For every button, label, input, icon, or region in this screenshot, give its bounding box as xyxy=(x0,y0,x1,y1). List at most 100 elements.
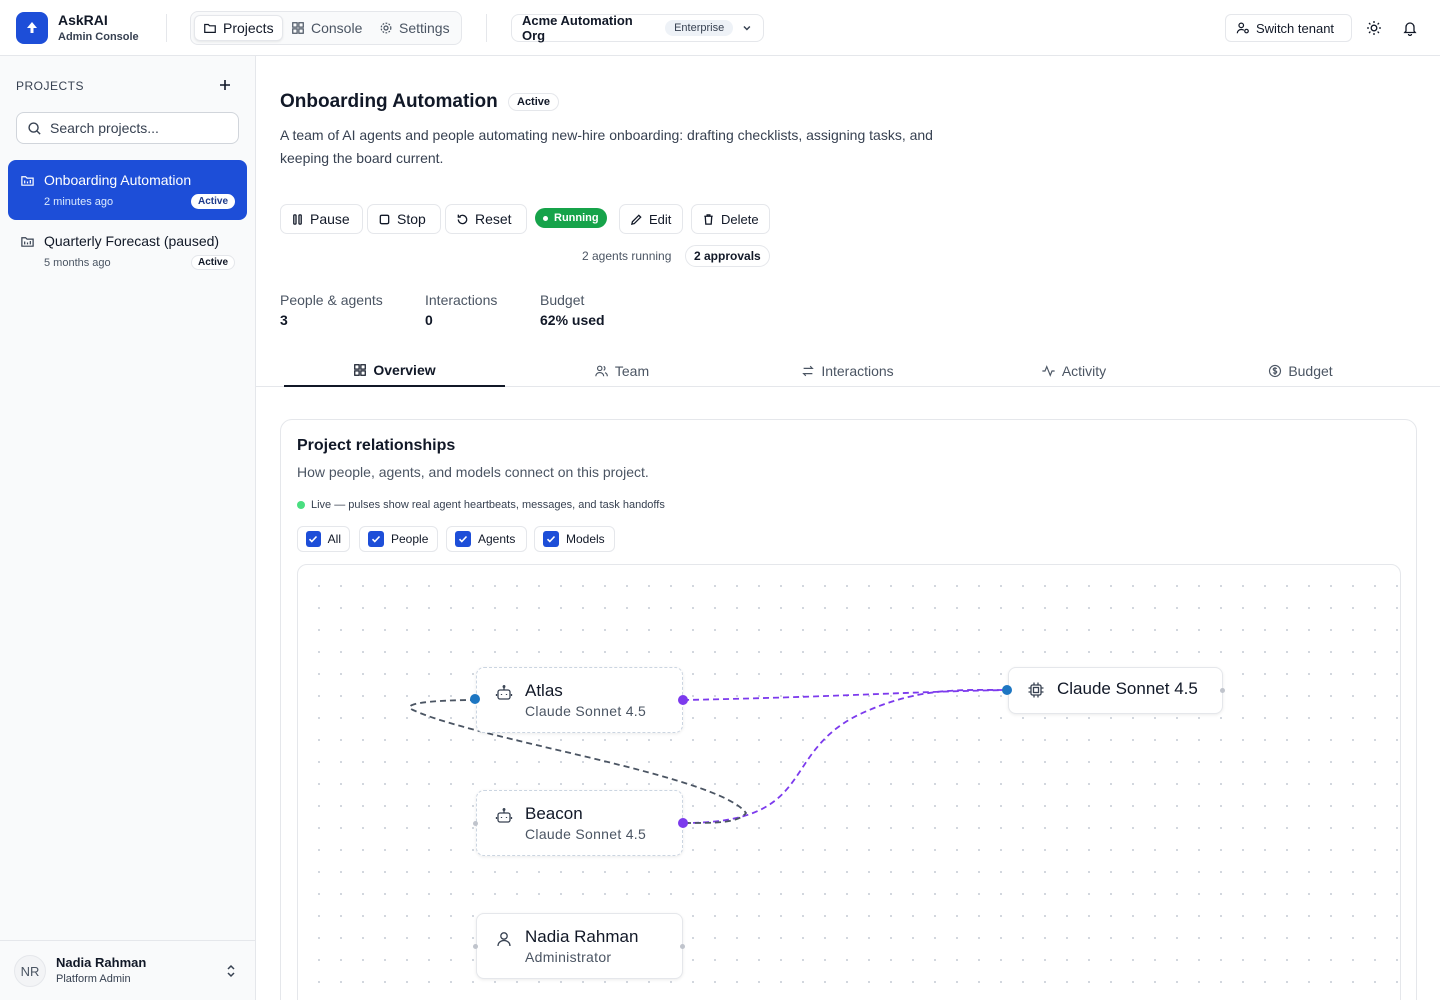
node-handle[interactable] xyxy=(680,944,685,949)
theme-toggle-button[interactable] xyxy=(1362,16,1386,40)
reset-button[interactable]: Reset xyxy=(445,204,527,234)
tab-interactions[interactable]: Interactions xyxy=(737,354,958,387)
node-name: Beacon xyxy=(525,804,583,823)
edit-button[interactable]: Edit xyxy=(619,204,683,234)
graph-canvas[interactable]: Atlas Claude Sonnet 4.5 Beacon Claude So… xyxy=(297,564,1401,1000)
running-label: Running xyxy=(554,212,599,224)
node-handle[interactable] xyxy=(1220,688,1225,693)
pause-icon xyxy=(293,213,302,225)
node-name: Claude Sonnet 4.5 xyxy=(1057,679,1198,698)
node-model-claude[interactable]: Claude Sonnet 4.5 xyxy=(1008,667,1223,714)
main-content: Onboarding Automation Active A team of A… xyxy=(256,56,1440,1000)
node-handle[interactable] xyxy=(678,695,688,705)
running-status-badge: Running xyxy=(535,208,607,228)
top-bar: AskRAI Admin Console Projects Console Se… xyxy=(0,0,1440,56)
check-icon xyxy=(371,535,381,543)
switch-tenant-button[interactable]: Switch tenant xyxy=(1225,14,1352,42)
pause-button[interactable]: Pause xyxy=(280,204,363,234)
user-name: Nadia Rahman xyxy=(56,955,147,970)
nav-projects[interactable]: Projects xyxy=(194,15,283,41)
tab-activity[interactable]: Activity xyxy=(963,354,1184,387)
folder-icon xyxy=(21,176,34,186)
switch-tenant-label: Switch tenant xyxy=(1256,20,1335,36)
page-title: Onboarding Automation xyxy=(280,91,498,112)
tab-overview[interactable]: Overview xyxy=(284,354,505,387)
project-tabs: Overview Team Interactions Activity Budg… xyxy=(256,354,1440,387)
edit-label: Edit xyxy=(649,211,672,227)
running-dot xyxy=(543,215,548,221)
notifications-button[interactable] xyxy=(1398,16,1422,40)
checkbox[interactable] xyxy=(368,531,384,547)
node-nadia[interactable]: Nadia Rahman Administrator xyxy=(476,913,683,979)
project-item-onboarding[interactable]: Onboarding Automation 2 minutes ago Acti… xyxy=(8,160,247,220)
arrows-icon xyxy=(802,365,815,376)
search-input[interactable] xyxy=(50,120,220,136)
node-handle[interactable] xyxy=(473,944,478,949)
user-menu[interactable]: NR Nadia Rahman Platform Admin xyxy=(0,940,255,1000)
app-subtitle: Admin Console xyxy=(58,31,139,43)
delete-button[interactable]: Delete xyxy=(691,204,770,234)
nav-settings[interactable]: Settings xyxy=(371,15,458,41)
project-item-badge: Active xyxy=(190,255,235,270)
divider xyxy=(486,14,487,42)
filter-label: Agents xyxy=(478,532,516,546)
filter-models[interactable]: Models xyxy=(534,526,615,552)
project-item-time: 2 minutes ago xyxy=(44,196,114,208)
filter-label: All xyxy=(327,532,341,546)
check-icon xyxy=(546,535,556,543)
node-subtitle: Administrator xyxy=(525,949,612,965)
checkbox[interactable] xyxy=(455,531,471,547)
edge-beacon-model xyxy=(682,689,1009,824)
node-handle[interactable] xyxy=(678,818,688,828)
reset-icon xyxy=(457,214,468,224)
stop-button[interactable]: Stop xyxy=(367,204,441,234)
folder-icon xyxy=(21,237,34,247)
stat-label: Interactions xyxy=(425,292,498,308)
agents-running-text: 2 agents running xyxy=(582,249,672,263)
stat-label: Budget xyxy=(540,292,585,308)
nav-projects-label: Projects xyxy=(223,20,274,36)
card-title: Project relationships xyxy=(297,437,456,454)
project-description: A team of AI agents and people automatin… xyxy=(280,127,933,166)
project-item-quarterly[interactable]: Quarterly Forecast (paused) 5 months ago… xyxy=(8,221,247,281)
node-handle[interactable] xyxy=(473,821,478,826)
project-item-title: Onboarding Automation xyxy=(44,172,192,188)
users-icon xyxy=(595,365,608,376)
divider xyxy=(166,14,167,42)
logo-icon xyxy=(27,22,37,33)
node-handle[interactable] xyxy=(470,694,480,704)
node-atlas[interactable]: Atlas Claude Sonnet 4.5 xyxy=(476,667,683,733)
project-item-title: Quarterly Forecast (paused) xyxy=(44,233,220,249)
stop-label: Stop xyxy=(397,211,426,227)
live-text: Live — pulses show real agent heartbeats… xyxy=(311,499,665,511)
grid-icon xyxy=(354,363,367,376)
app-logo[interactable] xyxy=(16,12,48,44)
filter-agents[interactable]: Agents xyxy=(446,526,527,552)
org-tier-badge: Enterprise xyxy=(665,20,734,36)
approvals-badge[interactable]: 2 approvals xyxy=(685,245,770,267)
filter-all[interactable]: All xyxy=(297,526,350,552)
filter-people[interactable]: People xyxy=(359,526,438,552)
filter-label: People xyxy=(391,532,429,546)
card-subtitle: How people, agents, and models connect o… xyxy=(297,464,649,480)
tab-budget[interactable]: Budget xyxy=(1190,354,1411,387)
node-handle[interactable] xyxy=(1002,685,1012,695)
tab-team[interactable]: Team xyxy=(511,354,732,387)
org-selector[interactable]: Acme Automation Org Enterprise xyxy=(511,13,764,43)
stop-icon xyxy=(379,214,390,224)
bot-icon xyxy=(495,685,513,700)
nav-console-label: Console xyxy=(311,20,363,36)
checkbox[interactable] xyxy=(306,531,321,547)
node-beacon[interactable]: Beacon Claude Sonnet 4.5 xyxy=(476,790,683,856)
plus-icon xyxy=(220,80,230,90)
nav-console[interactable]: Console xyxy=(283,15,370,41)
live-indicator: Live — pulses show real agent heartbeats… xyxy=(297,499,665,511)
project-item-time: 5 months ago xyxy=(44,257,111,269)
add-project-button[interactable] xyxy=(216,76,234,94)
project-search xyxy=(16,112,239,144)
graph-edges xyxy=(409,689,1009,824)
delete-label: Delete xyxy=(721,211,759,227)
top-nav: Projects Console Settings xyxy=(190,11,462,45)
checkbox[interactable] xyxy=(543,531,559,547)
tab-activity-label: Activity xyxy=(1061,362,1107,379)
